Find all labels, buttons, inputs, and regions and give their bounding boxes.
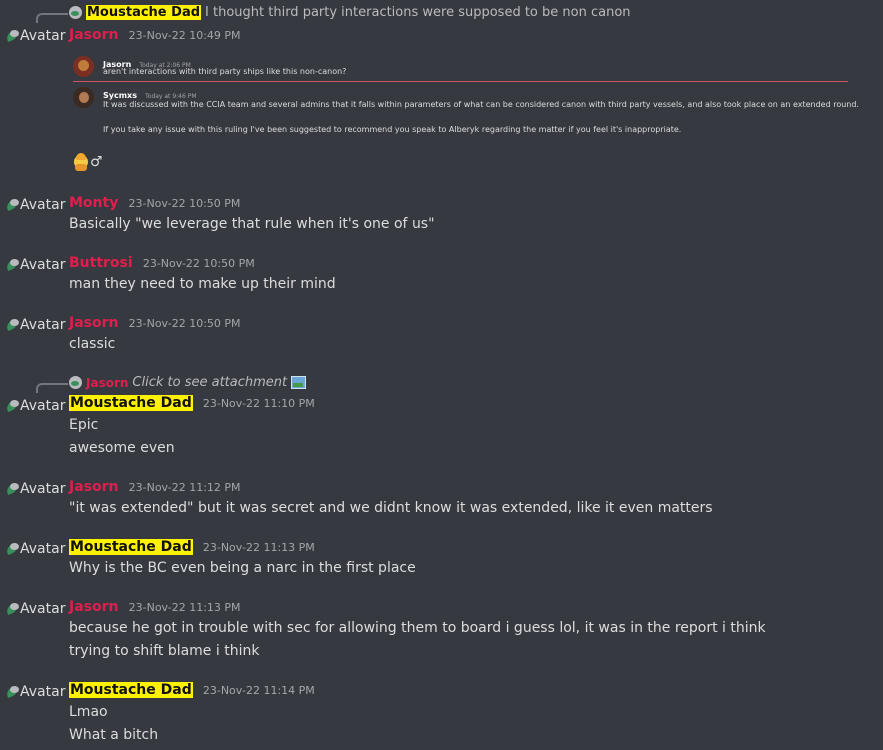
avatar[interactable]: Avatar bbox=[4, 601, 66, 617]
message-text: "it was extended" but it was secret and … bbox=[69, 500, 713, 516]
message-text: Epic bbox=[69, 417, 99, 433]
timestamp: 23-Nov-22 10:50 PM bbox=[128, 317, 241, 330]
timestamp: 23-Nov-22 11:13 PM bbox=[128, 601, 241, 614]
message-text: awesome even bbox=[69, 440, 175, 456]
reply-connector bbox=[36, 383, 68, 393]
embedded-screenshot[interactable]: Jasorn Today at 2:06 PM aren't interacti… bbox=[73, 56, 859, 146]
avatar[interactable]: Avatar bbox=[4, 197, 66, 213]
avatar-alt-text: Avatar bbox=[20, 317, 66, 333]
message-header: Monty 23-Nov-22 10:50 PM bbox=[69, 195, 240, 211]
avatar-alt-text: Avatar bbox=[20, 257, 66, 273]
message-text: Basically "we leverage that rule when it… bbox=[69, 216, 435, 232]
timestamp: 23-Nov-22 10:50 PM bbox=[128, 197, 241, 210]
embed-avatar bbox=[73, 56, 94, 77]
avatar-alt-text: Avatar bbox=[20, 197, 66, 213]
author-name[interactable]: Jasorn bbox=[69, 315, 118, 331]
timestamp: 23-Nov-22 11:14 PM bbox=[202, 684, 315, 697]
message-header: Jasorn 23-Nov-22 11:13 PM bbox=[69, 599, 241, 615]
message-text: trying to shift blame i think bbox=[69, 643, 260, 659]
author-name[interactable]: Jasorn bbox=[69, 27, 118, 43]
message-text: man they need to make up their mind bbox=[69, 276, 336, 292]
reply-avatar-icon bbox=[69, 6, 82, 19]
avatar-alt-text: Avatar bbox=[20, 601, 66, 617]
message-text: because he got in trouble with sec for a… bbox=[69, 620, 766, 636]
message-header: Moustache Dad 23-Nov-22 11:14 PM bbox=[69, 682, 315, 698]
embed-divider bbox=[73, 81, 848, 82]
embed-avatar bbox=[73, 87, 94, 108]
reply-preview[interactable]: Jasorn Click to see attachment bbox=[69, 375, 307, 390]
author-name[interactable]: Buttrosi bbox=[69, 255, 133, 271]
embed-text: aren't interactions with third party shi… bbox=[103, 67, 347, 76]
message-text: Lmao bbox=[69, 704, 108, 720]
message-header: Jasorn 23-Nov-22 10:49 PM bbox=[69, 27, 241, 43]
reply-text[interactable]: I thought third party interactions were … bbox=[205, 5, 630, 20]
timestamp: 23-Nov-22 11:12 PM bbox=[128, 481, 241, 494]
timestamp: 23-Nov-22 11:13 PM bbox=[202, 541, 315, 554]
embed-text: It was discussed with the CCIA team and … bbox=[103, 100, 859, 109]
reply-connector bbox=[36, 13, 68, 23]
message-text: What a bitch bbox=[69, 727, 159, 743]
avatar[interactable]: Avatar bbox=[4, 541, 66, 557]
message-header: Moustache Dad 23-Nov-22 11:13 PM bbox=[69, 539, 315, 555]
avatar-alt-text: Avatar bbox=[20, 398, 66, 414]
avatar-alt-text: Avatar bbox=[20, 684, 66, 700]
author-name[interactable]: Moustache Dad bbox=[69, 395, 193, 411]
broken-image-icon bbox=[4, 198, 20, 212]
author-name[interactable]: Moustache Dad bbox=[69, 682, 193, 698]
avatar-alt-text: Avatar bbox=[20, 28, 66, 44]
broken-image-icon bbox=[4, 258, 20, 272]
timestamp: 23-Nov-22 10:50 PM bbox=[142, 257, 255, 270]
message-text: classic bbox=[69, 336, 116, 352]
message-text: Why is the BC even being a narc in the f… bbox=[69, 560, 416, 576]
broken-image-icon bbox=[4, 399, 20, 413]
embed-author: Sycmxs bbox=[103, 91, 137, 100]
message-header: Jasorn 23-Nov-22 10:50 PM bbox=[69, 315, 241, 331]
broken-image-icon bbox=[4, 542, 20, 556]
message-header: Jasorn 23-Nov-22 11:12 PM bbox=[69, 479, 241, 495]
broken-image-icon bbox=[4, 318, 20, 332]
male-sign-glyph: ♂ bbox=[90, 154, 103, 170]
avatar-alt-text: Avatar bbox=[20, 481, 66, 497]
timestamp: 23-Nov-22 10:49 PM bbox=[128, 29, 241, 42]
embed-time: Today at 9:46 PM bbox=[145, 93, 197, 100]
avatar[interactable]: Avatar bbox=[4, 28, 66, 44]
reply-author[interactable]: Jasorn bbox=[86, 376, 128, 390]
avatar[interactable]: Avatar bbox=[4, 398, 66, 414]
reply-preview[interactable]: Moustache Dad I thought third party inte… bbox=[69, 5, 631, 20]
avatar-alt-text: Avatar bbox=[20, 541, 66, 557]
author-name[interactable]: Jasorn bbox=[69, 599, 118, 615]
emoji-reaction: ♂ bbox=[74, 153, 103, 171]
reply-avatar-icon bbox=[69, 376, 82, 389]
image-icon bbox=[291, 376, 307, 389]
broken-image-icon bbox=[4, 685, 20, 699]
avatar[interactable]: Avatar bbox=[4, 257, 66, 273]
broken-image-icon bbox=[4, 482, 20, 496]
broken-image-icon bbox=[4, 29, 20, 43]
avatar[interactable]: Avatar bbox=[4, 317, 66, 333]
avatar[interactable]: Avatar bbox=[4, 481, 66, 497]
person-shrugging-icon bbox=[74, 153, 88, 171]
message-header: Buttrosi 23-Nov-22 10:50 PM bbox=[69, 255, 255, 271]
reply-text[interactable]: Click to see attachment bbox=[132, 375, 287, 390]
avatar[interactable]: Avatar bbox=[4, 684, 66, 700]
embed-text: If you take any issue with this ruling I… bbox=[103, 125, 682, 134]
reply-author[interactable]: Moustache Dad bbox=[86, 5, 202, 20]
author-name[interactable]: Jasorn bbox=[69, 479, 118, 495]
timestamp: 23-Nov-22 11:10 PM bbox=[202, 397, 315, 410]
message-header: Moustache Dad 23-Nov-22 11:10 PM bbox=[69, 395, 315, 411]
author-name[interactable]: Moustache Dad bbox=[69, 539, 193, 555]
broken-image-icon bbox=[4, 602, 20, 616]
author-name[interactable]: Monty bbox=[69, 195, 118, 211]
